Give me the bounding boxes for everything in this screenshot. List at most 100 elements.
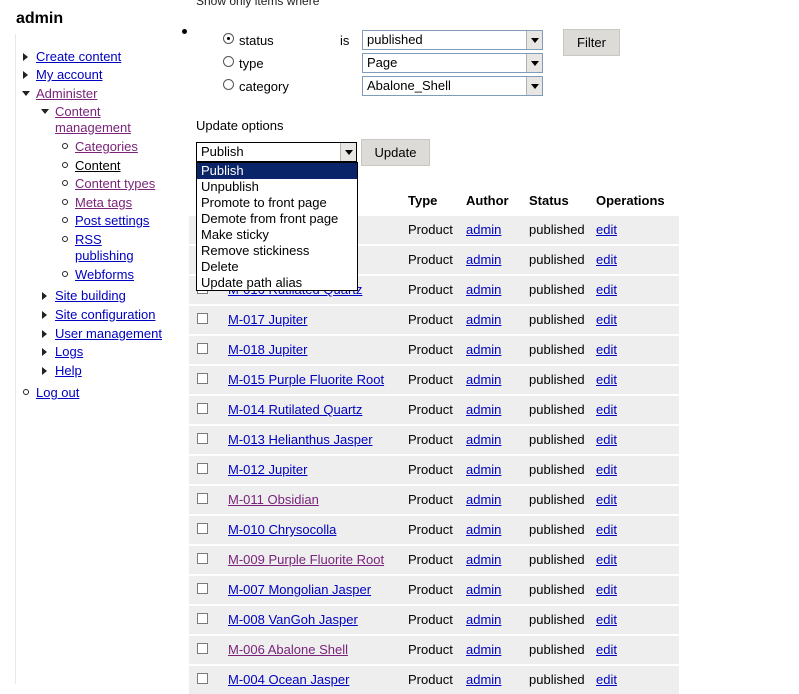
row-edit-link[interactable]: edit bbox=[596, 282, 617, 297]
row-title-link[interactable]: M-014 Rutilated Quartz bbox=[228, 402, 362, 417]
option-delete[interactable]: Delete bbox=[197, 259, 357, 275]
row-edit-link[interactable]: edit bbox=[596, 612, 617, 627]
radio-type[interactable] bbox=[223, 56, 234, 67]
row-edit-link[interactable]: edit bbox=[596, 432, 617, 447]
row-author-link[interactable]: admin bbox=[466, 642, 501, 657]
row-edit-link[interactable]: edit bbox=[596, 342, 617, 357]
update-operation-select[interactable]: Publish bbox=[196, 142, 357, 162]
row-title-link[interactable]: M-007 Mongolian Jasper bbox=[228, 582, 371, 597]
row-edit-link[interactable]: edit bbox=[596, 492, 617, 507]
option-demote[interactable]: Demote from front page bbox=[197, 211, 357, 227]
category-select[interactable]: Abalone_Shell bbox=[362, 76, 543, 96]
row-edit-link[interactable]: edit bbox=[596, 222, 617, 237]
option-remove-stickiness[interactable]: Remove stickiness bbox=[197, 243, 357, 259]
nav-webforms[interactable]: Webforms bbox=[75, 267, 134, 283]
row-checkbox[interactable] bbox=[197, 403, 208, 414]
row-author-link[interactable]: admin bbox=[466, 672, 501, 687]
row-author-link[interactable]: admin bbox=[466, 432, 501, 447]
row-checkbox[interactable] bbox=[197, 313, 208, 324]
leaf-bullet-icon bbox=[62, 162, 68, 168]
nav-content[interactable]: Content bbox=[75, 158, 121, 174]
row-checkbox[interactable] bbox=[197, 433, 208, 444]
row-title-link[interactable]: M-017 Jupiter bbox=[228, 312, 307, 327]
row-edit-link[interactable]: edit bbox=[596, 582, 617, 597]
row-status: published bbox=[529, 522, 585, 537]
row-status: published bbox=[529, 402, 585, 417]
nav-site-configuration[interactable]: Site configuration bbox=[55, 307, 155, 323]
row-title-link[interactable]: M-013 Helianthus Jasper bbox=[228, 432, 373, 447]
username-heading: admin bbox=[16, 10, 64, 27]
row-title-link[interactable]: M-011 Obsidian bbox=[228, 492, 319, 507]
type-select[interactable]: Page bbox=[362, 53, 543, 73]
nav-content-management[interactable]: Content management bbox=[55, 104, 145, 136]
row-author-link[interactable]: admin bbox=[466, 582, 501, 597]
radio-status[interactable] bbox=[223, 33, 234, 44]
header-status: Status bbox=[529, 193, 569, 208]
row-author-link[interactable]: admin bbox=[466, 372, 501, 387]
row-author-link[interactable]: admin bbox=[466, 612, 501, 627]
row-author-link[interactable]: admin bbox=[466, 492, 501, 507]
row-edit-link[interactable]: edit bbox=[596, 312, 617, 327]
nav-site-building[interactable]: Site building bbox=[55, 288, 126, 304]
row-title-link[interactable]: M-018 Jupiter bbox=[228, 342, 307, 357]
row-title-link[interactable]: M-004 Ocean Jasper bbox=[228, 672, 349, 687]
row-checkbox[interactable] bbox=[197, 643, 208, 654]
row-edit-link[interactable]: edit bbox=[596, 672, 617, 687]
option-promote[interactable]: Promote to front page bbox=[197, 195, 357, 211]
radio-category[interactable] bbox=[223, 79, 234, 90]
row-title-link[interactable]: M-006 Abalone Shell bbox=[228, 642, 348, 657]
row-author-link[interactable]: admin bbox=[466, 462, 501, 477]
row-checkbox[interactable] bbox=[197, 343, 208, 354]
row-edit-link[interactable]: edit bbox=[596, 402, 617, 417]
nav-my-account[interactable]: My account bbox=[36, 67, 102, 83]
filter-button[interactable]: Filter bbox=[563, 29, 620, 56]
nav-administer[interactable]: Administer bbox=[36, 86, 97, 102]
row-edit-link[interactable]: edit bbox=[596, 552, 617, 567]
row-author-link[interactable]: admin bbox=[466, 252, 501, 267]
nav-help[interactable]: Help bbox=[55, 363, 82, 379]
row-title-link[interactable]: M-008 VanGoh Jasper bbox=[228, 612, 358, 627]
row-title-link[interactable]: M-009 Purple Fluorite Root bbox=[228, 552, 384, 567]
nav-user-management[interactable]: User management bbox=[55, 326, 162, 342]
row-author-link[interactable]: admin bbox=[466, 552, 501, 567]
row-author-link[interactable]: admin bbox=[466, 342, 501, 357]
update-options-list[interactable]: Publish Unpublish Promote to front page … bbox=[196, 162, 358, 291]
nav-logs[interactable]: Logs bbox=[55, 344, 83, 360]
row-edit-link[interactable]: edit bbox=[596, 252, 617, 267]
row-edit-link[interactable]: edit bbox=[596, 462, 617, 477]
row-checkbox[interactable] bbox=[197, 373, 208, 384]
row-author-link[interactable]: admin bbox=[466, 522, 501, 537]
nav-log-out[interactable]: Log out bbox=[36, 385, 79, 401]
nav-create-content[interactable]: Create content bbox=[36, 49, 121, 65]
row-checkbox[interactable] bbox=[197, 613, 208, 624]
header-operations: Operations bbox=[596, 193, 665, 208]
row-author-link[interactable]: admin bbox=[466, 282, 501, 297]
row-title-link[interactable]: M-010 Chrysocolla bbox=[228, 522, 336, 537]
option-make-sticky[interactable]: Make sticky bbox=[197, 227, 357, 243]
row-checkbox[interactable] bbox=[197, 493, 208, 504]
nav-content-types[interactable]: Content types bbox=[75, 176, 155, 192]
row-checkbox[interactable] bbox=[197, 583, 208, 594]
row-checkbox[interactable] bbox=[197, 673, 208, 684]
row-checkbox[interactable] bbox=[197, 523, 208, 534]
row-title-link[interactable]: M-015 Purple Fluorite Root bbox=[228, 372, 384, 387]
row-author-link[interactable]: admin bbox=[466, 312, 501, 327]
row-author-link[interactable]: admin bbox=[466, 222, 501, 237]
option-update-path-alias[interactable]: Update path alias bbox=[197, 275, 357, 291]
sidebar-divider bbox=[15, 34, 16, 684]
nav-rss-publishing[interactable]: RSS publishing bbox=[75, 232, 145, 264]
row-edit-link[interactable]: edit bbox=[596, 642, 617, 657]
row-checkbox[interactable] bbox=[197, 463, 208, 474]
nav-categories[interactable]: Categories bbox=[75, 139, 138, 155]
row-edit-link[interactable]: edit bbox=[596, 522, 617, 537]
update-button[interactable]: Update bbox=[361, 139, 430, 166]
row-author-link[interactable]: admin bbox=[466, 402, 501, 417]
option-publish[interactable]: Publish bbox=[197, 163, 357, 179]
option-unpublish[interactable]: Unpublish bbox=[197, 179, 357, 195]
nav-post-settings[interactable]: Post settings bbox=[75, 213, 149, 229]
row-title-link[interactable]: M-012 Jupiter bbox=[228, 462, 307, 477]
status-select[interactable]: published bbox=[362, 30, 543, 50]
row-checkbox[interactable] bbox=[197, 553, 208, 564]
row-edit-link[interactable]: edit bbox=[596, 372, 617, 387]
nav-meta-tags[interactable]: Meta tags bbox=[75, 195, 132, 211]
